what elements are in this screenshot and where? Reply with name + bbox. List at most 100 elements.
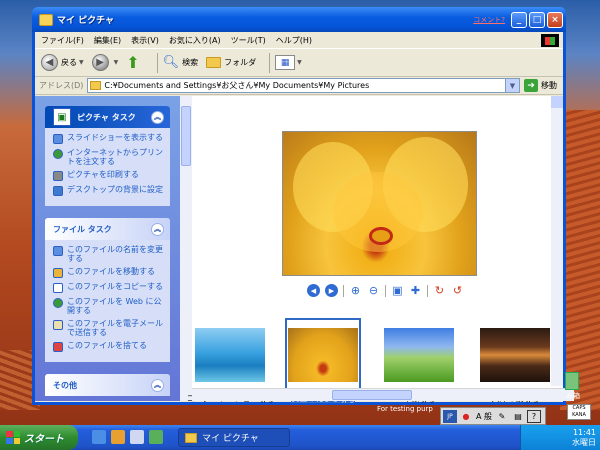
taskbar-window-button[interactable]: マイ ピクチャ xyxy=(178,428,290,447)
language-bar: JP ● A 般 ✎ ▤ ? xyxy=(440,407,547,425)
window-client: ファイル(F) 編集(E) 表示(V) お気に入り(A) ツール(T) ヘルプ(… xyxy=(35,32,574,403)
scrollbar-thumb[interactable] xyxy=(181,106,191,166)
messenger-icon[interactable] xyxy=(149,430,163,444)
search-label: 検索 xyxy=(182,58,199,67)
folder-icon xyxy=(206,57,222,68)
menu-view[interactable]: 表示(V) xyxy=(131,35,159,46)
file-tasks-header[interactable]: ファイル タスク ︽ xyxy=(45,218,170,240)
desktop-show-icon[interactable] xyxy=(130,430,144,444)
ime-icon[interactable]: ● xyxy=(459,410,473,423)
menu-favorites[interactable]: お気に入り(A) xyxy=(169,35,221,46)
task-publish-web[interactable]: このファイルを Web に公開する xyxy=(53,297,166,315)
zoom-in-icon[interactable]: ⊕ xyxy=(349,284,362,297)
media-player-icon[interactable] xyxy=(111,430,125,444)
maximize-button[interactable]: □ xyxy=(529,11,545,28)
thumbnail-strip: コングバケーション.jpg 黄金の花びら.jpg 草原.jpg xyxy=(187,318,573,418)
window-title: マイ ピクチャ xyxy=(57,16,115,26)
preview-toolbar: ◀ ▶ ⊕ ⊖ ▣ ✚ ↻ ↺ xyxy=(307,284,469,297)
desktop-icon xyxy=(53,186,63,196)
task-slideshow[interactable]: スライドショーを表示する xyxy=(53,133,166,144)
language-jp[interactable]: JP xyxy=(443,409,457,423)
rotate-clockwise-icon[interactable]: ↻ xyxy=(433,284,446,297)
file-tasks-panel: ファイル タスク ︽ このファイルの名前を変更する このファイルを移動する この… xyxy=(45,218,170,362)
menu-help[interactable]: ヘルプ(H) xyxy=(276,35,312,46)
go-button[interactable]: ➜ 移動 xyxy=(524,79,557,92)
menu-edit[interactable]: 編集(E) xyxy=(94,35,121,46)
start-button[interactable]: スタート xyxy=(0,425,78,450)
next-image-icon[interactable]: ▶ xyxy=(325,284,338,297)
explorer-window: マイ ピクチャ コメント? _ □ × ファイル(F) 編集(E) 表示(V) … xyxy=(32,7,574,405)
quick-launch xyxy=(92,430,168,444)
task-label: このファイルを電子メールで送信する xyxy=(67,319,163,337)
task-print[interactable]: ピクチャを印刷する xyxy=(53,170,166,181)
task-label: このファイルをコピーする xyxy=(67,282,163,291)
other-header[interactable]: その他 ︽ xyxy=(45,374,170,396)
views-icon: ▦ xyxy=(275,55,296,70)
caps-label: CAPS xyxy=(572,405,586,411)
zoom-out-icon[interactable]: ⊖ xyxy=(367,284,380,297)
dropdown-arrow-icon[interactable]: ▼ xyxy=(79,59,84,66)
scrollbar-thumb[interactable] xyxy=(332,390,412,400)
task-label: スライドショーを表示する xyxy=(67,133,163,142)
ime-tools-icon[interactable]: ▤ xyxy=(511,410,525,423)
up-button[interactable]: ⬆ xyxy=(126,53,143,72)
rotate-counterclockwise-icon[interactable]: ↺ xyxy=(451,284,464,297)
internet-explorer-icon[interactable] xyxy=(92,430,106,444)
collapse-chevron-icon[interactable]: ︽ xyxy=(151,222,164,236)
task-move[interactable]: このファイルを移動する xyxy=(53,267,166,278)
best-fit-icon[interactable]: ▣ xyxy=(391,284,404,297)
title-bar[interactable]: マイ ピクチャ コメント? _ □ × xyxy=(32,7,566,32)
vertical-scrollbar[interactable] xyxy=(551,96,563,386)
task-pane-scrollbar[interactable] xyxy=(180,96,192,401)
help-icon[interactable]: ? xyxy=(527,409,542,423)
input-mode[interactable]: A 般 xyxy=(475,410,493,423)
comment-link[interactable]: コメント? xyxy=(473,15,505,25)
ime-pad-icon[interactable]: ✎ xyxy=(495,410,509,423)
dropdown-arrow-icon[interactable]: ▼ xyxy=(297,59,302,66)
forward-button[interactable]: ▶ ▼ xyxy=(91,54,119,71)
task-order-prints[interactable]: インターネットからプリントを注文する xyxy=(53,148,166,166)
kana-label: KANA xyxy=(572,412,586,418)
explorer-body: ▣ ピクチャ タスク ︽ スライドショーを表示する インターネットからプリントを… xyxy=(35,96,574,403)
address-dropdown-button[interactable]: ▼ xyxy=(505,79,519,92)
search-button[interactable]: 🔍︎ 検索 xyxy=(163,55,199,70)
close-button[interactable]: × xyxy=(547,11,563,28)
clock[interactable]: 11:41 水曜日 xyxy=(572,428,596,448)
address-path: C:¥Documents and Settings¥お父さん¥My Docume… xyxy=(104,81,370,90)
task-email[interactable]: このファイルを電子メールで送信する xyxy=(53,319,166,337)
thumbnail-image xyxy=(288,328,358,382)
task-set-background[interactable]: デスクトップの背景に設定 xyxy=(53,185,166,196)
printer-icon xyxy=(53,171,63,181)
picture-tasks-header[interactable]: ▣ ピクチャ タスク ︽ xyxy=(45,106,170,128)
desktop-watermark-text: For testing purp xyxy=(377,405,433,413)
forward-arrow-icon: ▶ xyxy=(91,54,109,71)
taskbar-window-label: マイ ピクチャ xyxy=(202,434,259,444)
menu-tools[interactable]: ツール(T) xyxy=(231,35,266,46)
minimize-button[interactable]: _ xyxy=(511,11,527,28)
task-rename[interactable]: このファイルの名前を変更する xyxy=(53,245,166,263)
dropdown-arrow-icon[interactable]: ▼ xyxy=(114,59,119,66)
task-delete[interactable]: このファイルを捨てる xyxy=(53,341,166,352)
toolbar: ◀ 戻る ▼ ▶ ▼ ⬆ 🔍︎ 検索 フォルダ ▦ ▼ xyxy=(35,49,563,77)
thumbnail-image xyxy=(480,328,550,382)
menu-file[interactable]: ファイル(F) xyxy=(41,35,84,46)
web-publish-icon xyxy=(53,298,63,308)
previous-image-icon[interactable]: ◀ xyxy=(307,284,320,297)
folders-button[interactable]: フォルダ xyxy=(206,57,256,68)
horizontal-scrollbar[interactable] xyxy=(192,388,574,401)
go-label: 移動 xyxy=(541,81,557,90)
task-label: ピクチャを印刷する xyxy=(67,170,139,179)
task-copy[interactable]: このファイルをコピーする xyxy=(53,282,166,293)
slideshow-icon xyxy=(53,134,63,144)
recycle-bin-icon[interactable] xyxy=(565,372,579,390)
scroll-up-icon[interactable] xyxy=(551,96,563,108)
file-tasks-title: ファイル タスク xyxy=(53,224,112,234)
views-button[interactable]: ▦ ▼ xyxy=(275,55,302,70)
collapse-chevron-icon[interactable]: ︽ xyxy=(151,110,164,124)
collapse-chevron-icon[interactable]: ︽ xyxy=(151,378,164,392)
actual-size-icon[interactable]: ✚ xyxy=(409,284,422,297)
picture-tasks-panel: ▣ ピクチャ タスク ︽ スライドショーを表示する インターネットからプリントを… xyxy=(45,106,170,206)
taskbar: スタート マイ ピクチャ 11:41 水曜日 xyxy=(0,425,600,450)
back-button[interactable]: ◀ 戻る ▼ xyxy=(41,54,84,71)
address-field[interactable]: C:¥Documents and Settings¥お父さん¥My Docume… xyxy=(87,78,520,93)
